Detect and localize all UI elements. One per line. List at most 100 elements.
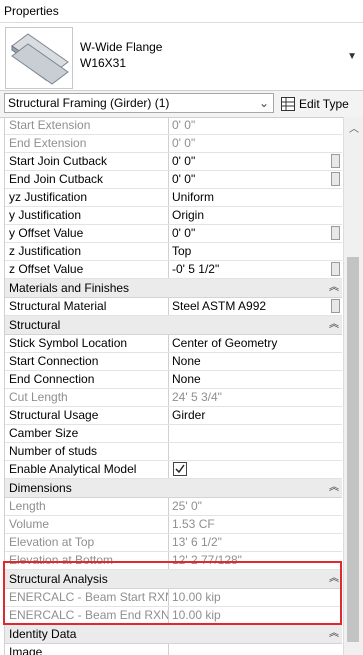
property-value-text: Top — [172, 244, 192, 258]
property-row[interactable]: Image — [5, 644, 342, 655]
type-name: W16X31 — [80, 56, 127, 70]
analytical-model-checkbox[interactable] — [173, 461, 187, 476]
edit-type-button[interactable]: Edit Type — [281, 94, 349, 114]
property-row[interactable]: Start Connection None — [5, 353, 342, 371]
element-filter-dropdown[interactable]: Structural Framing (Girder) (1) ⌄ — [4, 93, 274, 113]
collapse-icon[interactable]: ︽ — [326, 479, 342, 497]
property-value[interactable]: None — [169, 371, 342, 388]
group-label: Structural — [9, 318, 61, 332]
property-value: 10.00 kip — [169, 607, 342, 624]
property-label: y Justification — [5, 207, 169, 224]
property-row[interactable]: Structural Material Steel ASTM A992 — [5, 298, 342, 316]
property-value-text: Uniform — [172, 190, 215, 204]
edit-type-label: Edit Type — [299, 97, 349, 111]
property-value[interactable]: 0' 0" — [169, 153, 342, 170]
property-value[interactable]: 0' 0" — [169, 225, 342, 242]
collapse-icon[interactable]: ︽ — [326, 625, 342, 643]
property-value[interactable]: Uniform — [169, 189, 342, 206]
property-row[interactable]: Start Extension 0' 0" — [5, 117, 342, 135]
property-row[interactable]: End Extension 0' 0" — [5, 135, 342, 153]
property-value[interactable]: -0' 5 1/2" — [169, 261, 342, 278]
property-row[interactable]: Enable Analytical Model — [5, 461, 342, 479]
property-value[interactable]: Girder — [169, 407, 342, 424]
value-edit-button[interactable] — [331, 154, 340, 168]
group-structural[interactable]: Structural ︽ — [5, 316, 342, 335]
collapse-icon[interactable]: ︽ — [326, 570, 342, 588]
property-value[interactable]: Top — [169, 243, 342, 260]
collapse-icon[interactable]: ︽ — [326, 279, 342, 297]
property-label: yz Justification — [5, 189, 169, 206]
panel-title: Properties — [0, 0, 363, 23]
triangle-down-icon[interactable]: ▼ — [347, 51, 357, 62]
group-label: Materials and Finishes — [9, 281, 130, 295]
group-materials-and-finishes[interactable]: Materials and Finishes ︽ — [5, 279, 342, 298]
property-value[interactable] — [169, 461, 342, 478]
collapse-icon[interactable]: ︽ — [326, 316, 342, 334]
property-label: Start Connection — [5, 353, 169, 370]
group-dimensions[interactable]: Dimensions ︽ — [5, 479, 342, 498]
property-row[interactable]: End Join Cutback 0' 0" — [5, 171, 342, 189]
property-row[interactable]: ENERCALC - Beam Start RXN 10.00 kip — [5, 589, 342, 607]
group-label: Identity Data — [9, 627, 77, 641]
group-structural-analysis[interactable]: Structural Analysis ︽ — [5, 570, 342, 589]
property-label: Structural Material — [5, 298, 169, 315]
property-value-text: Origin — [172, 208, 205, 222]
property-label: Volume — [5, 516, 169, 533]
property-value[interactable]: 0' 0" — [169, 171, 342, 188]
edit-type-icon — [281, 97, 295, 111]
value-edit-button[interactable] — [331, 172, 340, 186]
property-value-text: 0' 0" — [172, 118, 196, 132]
value-edit-button[interactable] — [331, 262, 340, 276]
property-value-text: 1.53 CF — [172, 517, 215, 531]
property-value-text: 13' 6 1/2" — [172, 535, 222, 549]
property-value: 25' 0" — [169, 498, 342, 515]
property-row[interactable]: Structural Usage Girder — [5, 407, 342, 425]
property-row[interactable]: Camber Size — [5, 425, 342, 443]
property-row[interactable]: z Justification Top — [5, 243, 342, 261]
property-row[interactable]: Cut Length 24' 5 3/4" — [5, 389, 342, 407]
property-label: z Offset Value — [5, 261, 169, 278]
checkmark-icon — [175, 464, 185, 473]
property-row[interactable]: Number of studs — [5, 443, 342, 461]
property-value: 1.53 CF — [169, 516, 342, 533]
property-row[interactable]: Volume 1.53 CF — [5, 516, 342, 534]
property-value[interactable]: Origin — [169, 207, 342, 224]
property-row[interactable]: Elevation at Bottom 12' 2 77/128" — [5, 552, 342, 570]
filter-row: Structural Framing (Girder) (1) ⌄ Edit T… — [0, 91, 363, 118]
property-label: Length — [5, 498, 169, 515]
property-row[interactable]: Stick Symbol Location Center of Geometry — [5, 335, 342, 353]
group-identity-data[interactable]: Identity Data ︽ — [5, 625, 342, 644]
property-value-text: 10.00 kip — [172, 608, 221, 622]
property-value: 13' 6 1/2" — [169, 534, 342, 551]
value-edit-button[interactable] — [331, 299, 340, 313]
property-row[interactable]: Start Join Cutback 0' 0" — [5, 153, 342, 171]
property-label: End Connection — [5, 371, 169, 388]
property-row[interactable]: Elevation at Top 13' 6 1/2" — [5, 534, 342, 552]
property-row[interactable]: yz Justification Uniform — [5, 189, 342, 207]
property-label: ENERCALC - Beam Start RXN — [5, 589, 169, 606]
element-filter-selected: Structural Framing (Girder) (1) — [8, 96, 170, 110]
property-row[interactable]: End Connection None — [5, 371, 342, 389]
property-label: z Justification — [5, 243, 169, 260]
type-selector[interactable]: W-Wide Flange W16X31 ▼ — [0, 23, 363, 91]
property-row[interactable]: y Justification Origin — [5, 207, 342, 225]
scrollbar-thumb[interactable] — [347, 257, 359, 642]
value-edit-button[interactable] — [331, 226, 340, 240]
scroll-up-icon[interactable]: ︿ — [344, 120, 363, 135]
property-label: Number of studs — [5, 443, 169, 460]
property-value: 24' 5 3/4" — [169, 389, 342, 406]
property-value[interactable]: Steel ASTM A992 — [169, 298, 342, 315]
property-row[interactable]: y Offset Value 0' 0" — [5, 225, 342, 243]
property-value-text: 0' 0" — [172, 136, 196, 150]
property-row[interactable]: ENERCALC - Beam End RXN 10.00 kip — [5, 607, 342, 625]
property-value[interactable] — [169, 425, 342, 442]
property-value[interactable] — [169, 644, 342, 655]
property-row[interactable]: z Offset Value -0' 5 1/2" — [5, 261, 342, 279]
property-value[interactable]: Center of Geometry — [169, 335, 342, 352]
property-row[interactable]: Length 25' 0" — [5, 498, 342, 516]
property-value[interactable] — [169, 443, 342, 460]
vertical-scrollbar[interactable]: ︿ — [343, 117, 363, 655]
property-label: Start Join Cutback — [5, 153, 169, 170]
property-value-text: 0' 0" — [172, 154, 196, 168]
property-value[interactable]: None — [169, 353, 342, 370]
